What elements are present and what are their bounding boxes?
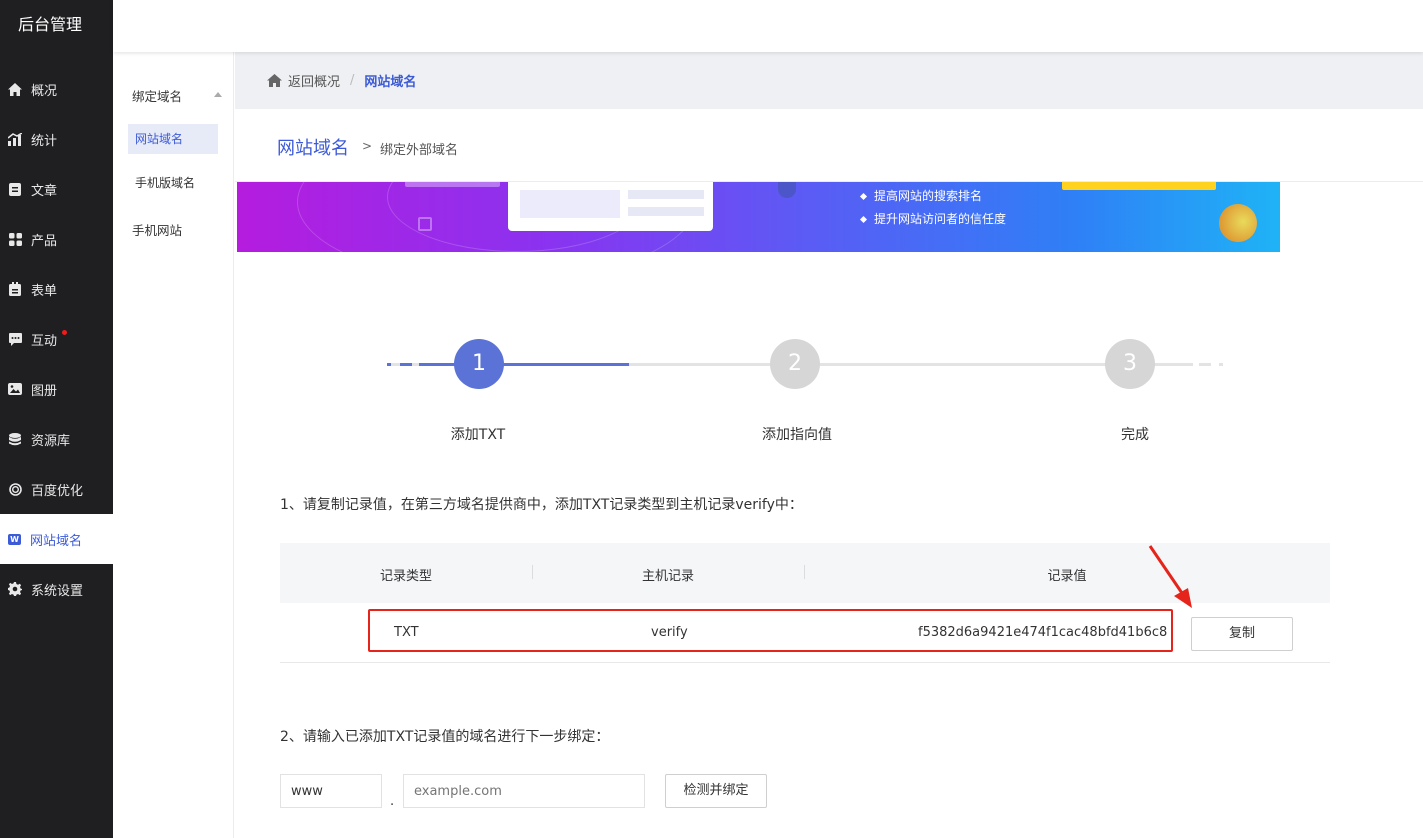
target-icon (8, 482, 22, 496)
banner-bullet: 提高网站的搜索排名 (859, 187, 982, 204)
sidebar-item-overview[interactable]: 概况 (0, 64, 113, 114)
instruction-step-1: 1、请复制记录值，在第三方域名提供商中，添加TXT记录类型到主机记录verify… (280, 497, 803, 513)
sidebar-item-label: 产品 (31, 233, 58, 249)
subdomain-prefix-input[interactable] (280, 774, 382, 808)
sidebar-item-interaction[interactable]: 互动 (0, 314, 113, 364)
sidebar-lower (0, 614, 113, 838)
banner-cta-decoration (1062, 182, 1216, 190)
column-header-type: 记录类型 (379, 569, 433, 584)
sidebar-item-label: 互动 (31, 333, 58, 349)
arrow-annotation-icon (1148, 545, 1192, 608)
sidebar-item-label: 系统设置 (31, 583, 84, 599)
step-1-circle: 1 (454, 339, 504, 389)
sidebar-item-label: 百度优化 (31, 483, 84, 499)
app-title: 后台管理 (18, 15, 83, 34)
gear-icon (8, 582, 22, 596)
home-icon (8, 82, 22, 96)
step-3-label: 完成 (1121, 427, 1149, 443)
chevron-right-icon: > (362, 139, 373, 153)
sidebar-item-album[interactable]: 图册 (0, 364, 113, 414)
breadcrumb-separator: / (350, 73, 355, 88)
subnav-group-label: 绑定域名 (132, 89, 183, 104)
step-3-circle: 3 (1105, 339, 1155, 389)
sub-navigation: 绑定域名 网站域名 手机版域名 手机网站 (113, 52, 234, 838)
album-icon (8, 382, 22, 396)
subnav-item-mobile-site[interactable]: 手机网站 (132, 220, 182, 239)
sidebar-item-stats[interactable]: 统计 (0, 114, 113, 164)
step-2-label: 添加指向值 (762, 427, 832, 443)
article-icon (8, 182, 22, 196)
step-progress: 1 2 3 添加TXT 添加指向值 完成 (237, 330, 1277, 450)
banner-illustration-card (508, 182, 713, 231)
lock-icon (418, 217, 432, 231)
step-1-label: 添加TXT (450, 427, 506, 443)
sidebar-item-settings[interactable]: 系统设置 (0, 564, 113, 614)
shield-icon (778, 182, 796, 198)
clipboard-icon (8, 282, 22, 296)
copy-button[interactable]: 复制 (1191, 617, 1293, 651)
sidebar-item-products[interactable]: 产品 (0, 214, 113, 264)
promo-banner: 提高网站的搜索排名 提升网站访问者的信任度 (237, 182, 1280, 252)
domain-dot-separator: . (390, 794, 395, 809)
step-2-circle: 2 (770, 339, 820, 389)
sidebar-item-label: 图册 (31, 383, 58, 399)
sidebar-item-label: 统计 (31, 133, 58, 149)
page-header: 网站域名 > 绑定外部域名 (235, 109, 1423, 182)
sidebar-item-label: 网站域名 (30, 533, 83, 549)
caret-up-icon (214, 92, 222, 97)
w-icon: W (8, 533, 21, 545)
page-title: 网站域名 (277, 138, 349, 159)
banner-decoration (405, 182, 500, 187)
subnav-group-bind-domain[interactable]: 绑定域名 (132, 86, 222, 105)
column-header-value: 记录值 (1047, 569, 1087, 584)
check-and-bind-button[interactable]: 检测并绑定 (665, 774, 767, 808)
grid-icon (8, 232, 22, 246)
page-subtitle: 绑定外部域名 (380, 143, 459, 158)
breadcrumb-back-link[interactable]: 返回概况 (288, 71, 340, 90)
home-icon (267, 74, 282, 87)
banner-coin-decoration (1212, 197, 1264, 249)
sidebar-item-forms[interactable]: 表单 (0, 264, 113, 314)
sidebar-item-baidu-seo[interactable]: 百度优化 (0, 464, 113, 514)
chart-icon (8, 132, 22, 146)
notification-dot (62, 330, 67, 335)
breadcrumb: 返回概况 / 网站域名 (235, 52, 1423, 109)
sidebar-item-website-domain[interactable]: W 网站域名 (0, 514, 113, 564)
sidebar-item-articles[interactable]: 文章 (0, 164, 113, 214)
top-bar (113, 0, 1423, 52)
domain-input[interactable] (403, 774, 645, 808)
sidebar-item-label: 概况 (31, 83, 58, 99)
highlight-box (368, 609, 1173, 652)
subnav-item-mobile-domain[interactable]: 手机版域名 (128, 168, 218, 198)
instruction-step-2: 2、请输入已添加TXT记录值的域名进行下一步绑定： (280, 729, 610, 745)
sidebar-item-label: 表单 (31, 283, 58, 299)
sidebar-item-label: 资源库 (31, 433, 71, 449)
banner-bullet: 提升网站访问者的信任度 (859, 210, 1006, 227)
subnav-item-website-domain[interactable]: 网站域名 (128, 124, 218, 154)
chat-icon (8, 332, 22, 346)
database-icon (8, 432, 22, 446)
sidebar-item-resources[interactable]: 资源库 (0, 414, 113, 464)
breadcrumb-current: 网站域名 (364, 75, 417, 90)
column-header-host: 主机记录 (641, 569, 695, 584)
sidebar-item-label: 文章 (31, 183, 58, 199)
